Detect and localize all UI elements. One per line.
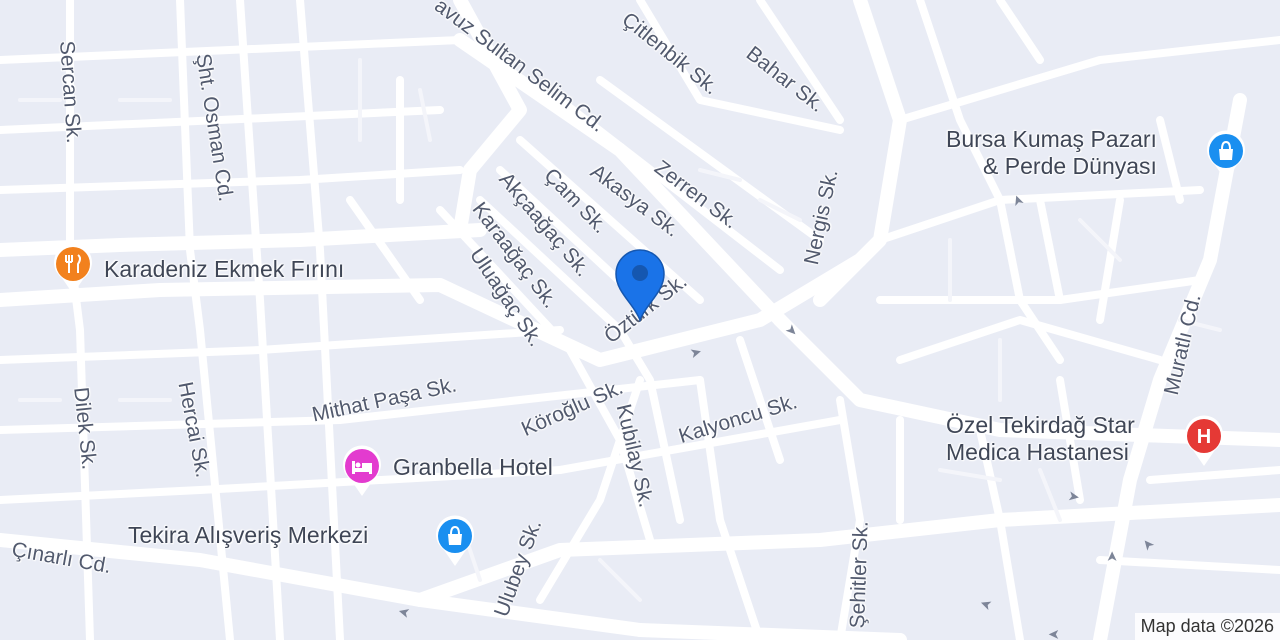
map-attribution[interactable]: Map data ©2026 <box>1134 613 1280 640</box>
poi-label-granbella[interactable]: Granbella Hotel <box>393 454 553 481</box>
map-canvas[interactable]: ➤ ➤ ➤ ➤ ➤ ➤ ➤ ➤ ➤ avuz Sultan Selim Cd. … <box>0 0 1280 640</box>
hotel-bed-icon[interactable] <box>339 442 385 498</box>
hospital-icon[interactable]: H <box>1181 412 1227 468</box>
poi-label-tekira[interactable]: Tekira Alışveriş Merkezi <box>128 522 368 549</box>
poi-line: Medica Hastanesi <box>946 439 1129 465</box>
direction-arrow: ➤ <box>1048 627 1060 640</box>
shopping-bag-icon[interactable] <box>432 512 478 568</box>
poi-label-ozel[interactable]: Özel Tekirdağ Star Medica Hastanesi <box>946 412 1135 466</box>
poi-line: & Perde Dünyası <box>983 153 1157 179</box>
direction-arrow: ➤ <box>1103 550 1120 563</box>
location-pin-icon[interactable] <box>612 246 668 324</box>
street-label: Şehitler Sk. <box>846 520 873 629</box>
svg-text:H: H <box>1197 426 1211 448</box>
poi-line: Bursa Kumaş Pazarı <box>946 126 1157 152</box>
poi-label-karadeniz[interactable]: Karadeniz Ekmek Fırını <box>104 256 344 283</box>
poi-line: Özel Tekirdağ Star <box>946 412 1135 438</box>
restaurant-icon[interactable] <box>50 240 96 296</box>
shopping-bag-icon[interactable] <box>1203 127 1249 183</box>
poi-label-bursa[interactable]: Bursa Kumaş Pazarı & Perde Dünyası <box>946 126 1157 180</box>
